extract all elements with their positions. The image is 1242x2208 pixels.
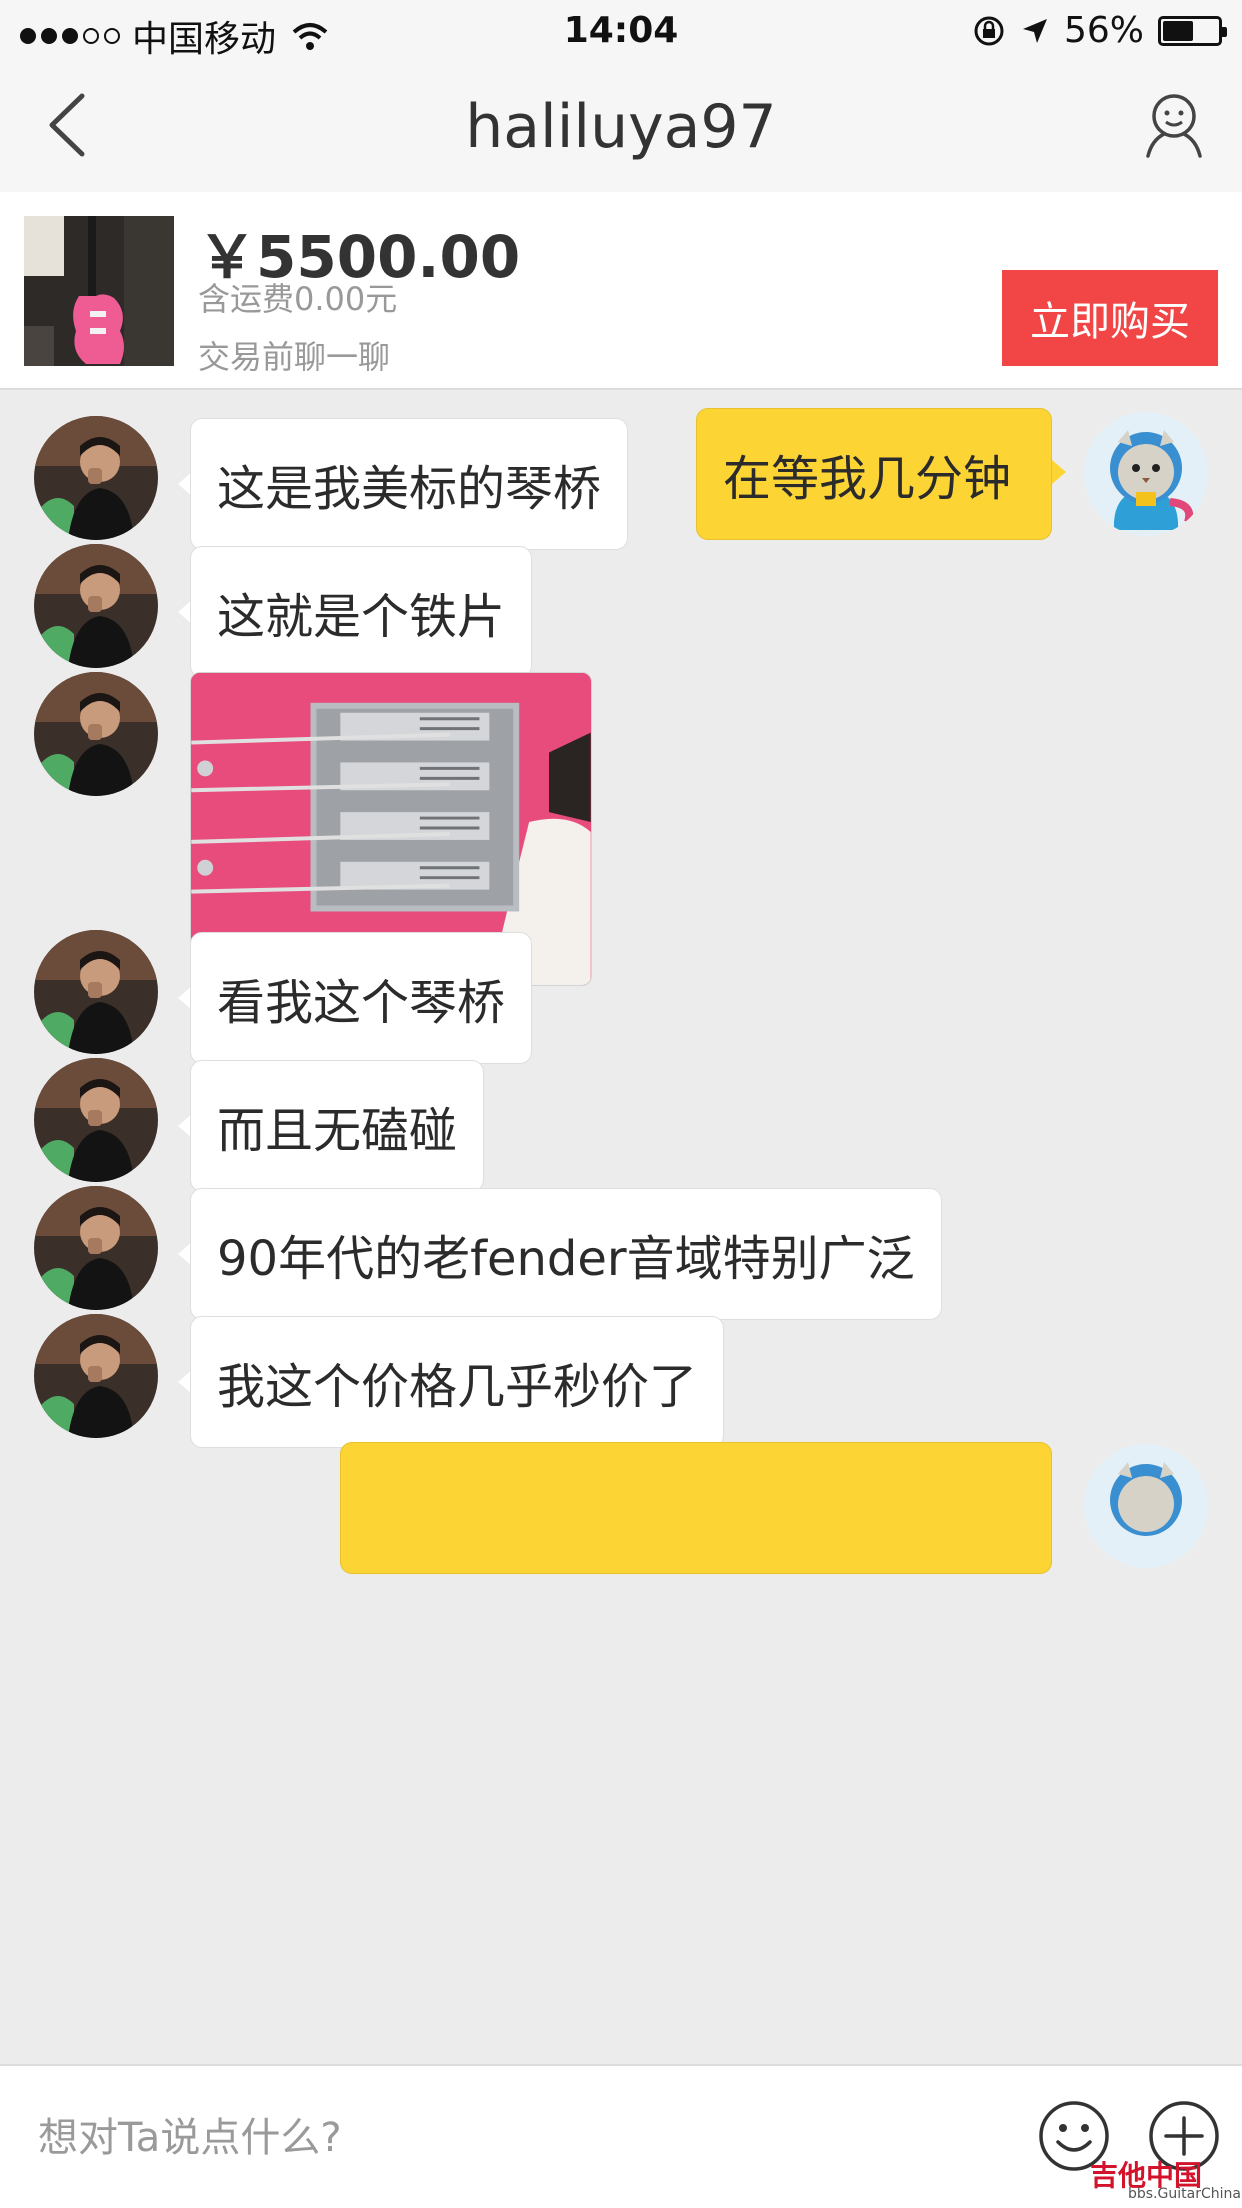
message-text: 90年代的老fender音域特别广泛 — [217, 1231, 915, 1287]
battery-percent: 56% — [1063, 10, 1144, 51]
message-text: 在等我几分钟 — [723, 451, 1012, 507]
seller-message-bubble[interactable]: 这是我美标的琴桥 — [190, 418, 629, 550]
input-bar — [0, 2064, 1242, 2208]
status-right: 56% — [972, 10, 1227, 51]
my-avatar[interactable] — [1084, 1444, 1208, 1568]
my-message-bubble[interactable] — [340, 1442, 1052, 1574]
orientation-lock-icon — [974, 16, 1004, 45]
seller-message-bubble[interactable]: 我这个价格几乎秒价了 — [190, 1316, 725, 1448]
seller-avatar[interactable] — [34, 930, 158, 1054]
seller-avatar[interactable] — [34, 1186, 158, 1310]
seller-message-bubble[interactable]: 90年代的老fender音域特别广泛 — [190, 1188, 942, 1320]
seller-message-bubble[interactable]: 而且无磕碰 — [190, 1060, 485, 1192]
my-avatar[interactable] — [1084, 412, 1208, 536]
seller-avatar[interactable] — [34, 416, 158, 540]
location-arrow-icon — [1022, 18, 1047, 43]
product-shipping: 含运费0.00元 — [198, 280, 398, 318]
product-chat-note: 交易前聊一聊 — [198, 338, 391, 376]
message-text: 我这个价格几乎秒价了 — [217, 1359, 698, 1415]
product-card[interactable]: ￥5500.00 含运费0.00元 交易前聊一聊 立即购买 — [0, 192, 1242, 390]
message-text: 而且无磕碰 — [217, 1103, 458, 1159]
nav-bar: haliluya97 — [0, 62, 1242, 192]
seller-avatar[interactable] — [34, 672, 158, 796]
seller-avatar[interactable] — [34, 544, 158, 668]
message-text: 这就是个铁片 — [217, 589, 506, 645]
seller-message-bubble[interactable]: 看我这个琴桥 — [190, 932, 533, 1064]
battery-icon — [1158, 15, 1227, 46]
message-text: 看我这个琴桥 — [217, 975, 506, 1031]
my-message-bubble[interactable]: 在等我几分钟 — [696, 408, 1052, 540]
status-bar: 中国移动 14:04 56% — [0, 0, 1242, 62]
seller-avatar[interactable] — [34, 1058, 158, 1182]
watermark-url: bbs.GuitarChina.com — [1128, 2186, 1242, 2202]
product-thumbnail[interactable] — [24, 216, 174, 366]
seller-message-bubble[interactable]: 这就是个铁片 — [190, 546, 533, 678]
message-list[interactable]: 在等我几分钟 这是我美标的琴桥 这就是个铁片 看我这个琴桥 而且无磕碰 90年代… — [0, 392, 1242, 2064]
chat-title: haliluya97 — [465, 92, 777, 162]
bubble-tail — [1052, 460, 1066, 484]
message-input[interactable] — [38, 2102, 998, 2174]
message-text: 这是我美标的琴桥 — [217, 461, 602, 517]
buy-now-button[interactable]: 立即购买 — [1002, 270, 1218, 366]
user-profile-icon[interactable] — [1142, 90, 1206, 160]
seller-avatar[interactable] — [34, 1314, 158, 1438]
